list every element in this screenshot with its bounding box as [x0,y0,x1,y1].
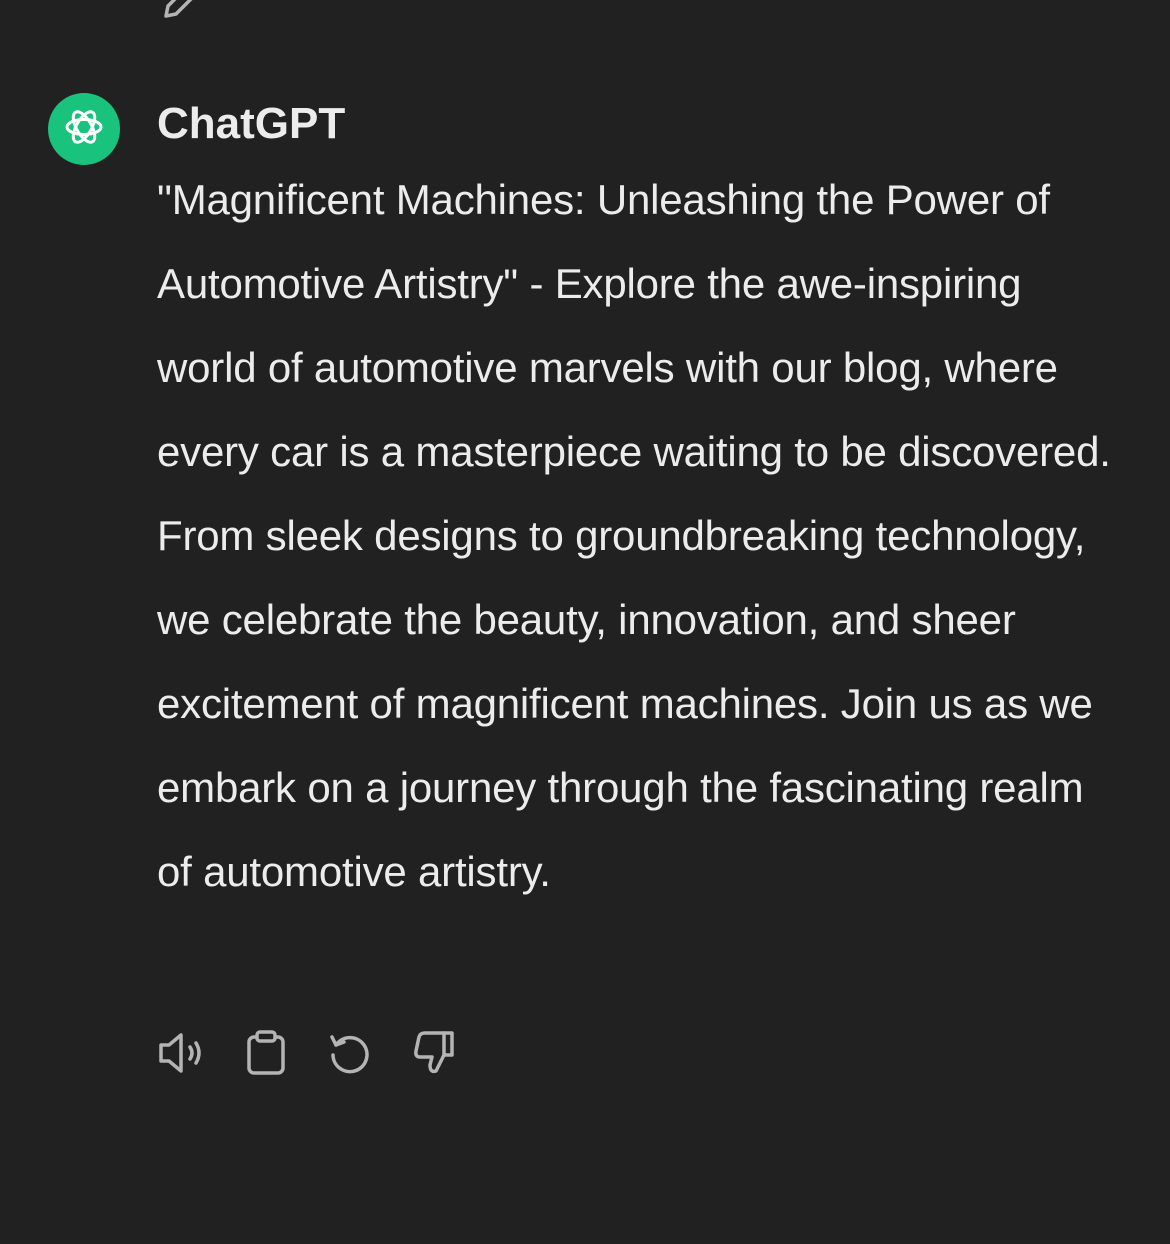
chatgpt-avatar [48,93,120,165]
copy-button[interactable] [238,1025,294,1081]
regenerate-icon [326,1029,374,1077]
regenerate-button[interactable] [322,1025,378,1081]
copy-icon [244,1029,288,1077]
openai-logo-icon [61,104,107,155]
assistant-message: ChatGPT "Magnificent Machines: Unleashin… [157,96,1127,914]
message-text: "Magnificent Machines: Unleashing the Po… [157,176,1111,895]
message-actions [154,1025,490,1081]
thumbs-down-icon [410,1029,458,1077]
author-name: ChatGPT [157,99,346,148]
read-aloud-button[interactable] [154,1025,210,1081]
thumbs-down-button[interactable] [406,1025,462,1081]
edit-icon[interactable] [160,0,200,18]
read-aloud-icon [155,1029,209,1077]
